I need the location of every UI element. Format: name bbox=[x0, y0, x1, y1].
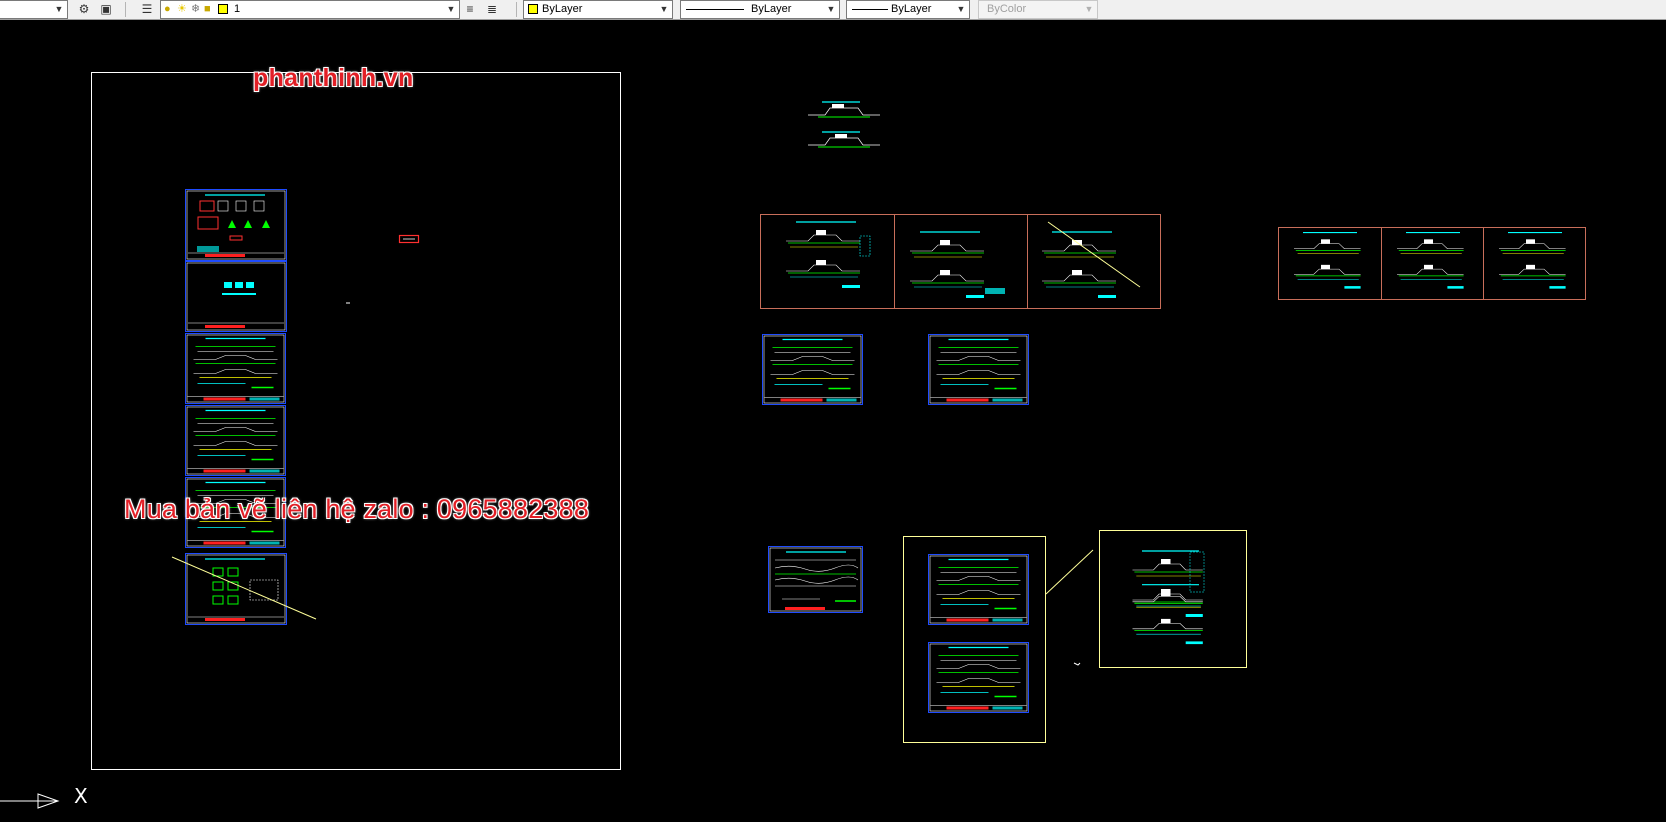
save-ucs-icon[interactable]: ▣ bbox=[98, 1, 114, 17]
color-combo[interactable]: ByLayer ▼ bbox=[523, 0, 673, 19]
freeze-icon[interactable]: ❄ bbox=[191, 1, 200, 18]
drawing-sheet[interactable] bbox=[927, 333, 1030, 406]
chevron-down-icon[interactable]: ▼ bbox=[955, 1, 967, 18]
plotstyle-combo-label: ByColor bbox=[987, 3, 1027, 15]
leader-line[interactable] bbox=[171, 556, 317, 620]
drawing-sheet[interactable] bbox=[184, 332, 287, 405]
layer-color-swatch bbox=[218, 4, 228, 14]
section-group-frame[interactable] bbox=[1278, 227, 1586, 300]
sun-icon[interactable]: ☀ bbox=[177, 1, 187, 18]
toolbar-separator bbox=[516, 2, 517, 17]
small-mark[interactable] bbox=[1073, 662, 1081, 666]
cross-section-detail[interactable] bbox=[808, 101, 880, 148]
color-combo-label: ByLayer bbox=[542, 3, 583, 15]
chevron-down-icon[interactable]: ▼ bbox=[445, 1, 457, 18]
drawing-sheet[interactable] bbox=[761, 333, 864, 406]
contact-watermark: Mua bản vẽ liên hệ zalo : 0965882388 bbox=[124, 494, 590, 524]
section-group-frame[interactable] bbox=[760, 214, 1161, 309]
toolbar-separator bbox=[125, 2, 126, 17]
drawing-sheet[interactable] bbox=[185, 189, 287, 261]
layer-previous-icon[interactable]: ≣ bbox=[484, 1, 500, 17]
make-object-layer-current-icon[interactable]: ≡ bbox=[462, 1, 478, 17]
ucs-settings-icon[interactable]: ⚙ bbox=[76, 1, 92, 17]
chevron-down-icon[interactable]: ▼ bbox=[53, 1, 65, 18]
linetype-combo-label: ByLayer bbox=[751, 3, 792, 15]
lightbulb-icon[interactable]: ● bbox=[164, 1, 171, 18]
drawing-sheet[interactable] bbox=[185, 553, 287, 625]
site-watermark: phanthinh.vn bbox=[253, 64, 414, 92]
layer-combo[interactable]: ● ☀ ❄ ■ 1 ▼ bbox=[160, 0, 460, 19]
chevron-down-icon[interactable]: ▼ bbox=[1083, 1, 1095, 18]
lineweight-preview-line bbox=[852, 9, 888, 10]
properties-toolbar: ▼ ⚙ ▣ ☰ ● ☀ ❄ ■ 1 ▼ ≡ ≣ ByLayer ▼ ByLaye… bbox=[0, 0, 1666, 20]
drawing-sheet[interactable] bbox=[927, 553, 1030, 626]
plotstyle-combo[interactable]: ByColor ▼ bbox=[978, 0, 1098, 19]
linetype-preview-line bbox=[686, 9, 744, 10]
lineweight-combo-label: ByLayer bbox=[891, 3, 932, 15]
ucs-icon bbox=[0, 793, 60, 809]
drawing-sheet[interactable] bbox=[927, 641, 1030, 714]
drawing-sheet[interactable] bbox=[185, 261, 287, 332]
lock-icon[interactable]: ■ bbox=[204, 1, 211, 18]
sheet-border[interactable] bbox=[91, 72, 621, 770]
layer-properties-icon[interactable]: ☰ bbox=[139, 1, 155, 17]
leader-line[interactable] bbox=[1045, 549, 1094, 595]
model-space-canvas[interactable]: X phanthinh.vn Mua bản vẽ liên hệ zalo :… bbox=[0, 20, 1666, 817]
named-ucs-combo[interactable]: ▼ bbox=[0, 0, 68, 19]
current-layer-name: 1 bbox=[234, 3, 241, 15]
drawing-sheet[interactable] bbox=[184, 404, 287, 477]
drawing-sheet[interactable] bbox=[768, 546, 863, 613]
lineweight-combo[interactable]: ByLayer ▼ bbox=[846, 0, 970, 19]
linetype-combo[interactable]: ByLayer ▼ bbox=[680, 0, 840, 19]
color-swatch bbox=[528, 4, 538, 14]
sheet-group-frame[interactable] bbox=[1099, 530, 1247, 668]
chevron-down-icon[interactable]: ▼ bbox=[825, 1, 837, 18]
drawing-svg[interactable] bbox=[0, 20, 1666, 817]
ucs-x-label: X bbox=[74, 784, 88, 808]
chevron-down-icon[interactable]: ▼ bbox=[658, 1, 670, 18]
